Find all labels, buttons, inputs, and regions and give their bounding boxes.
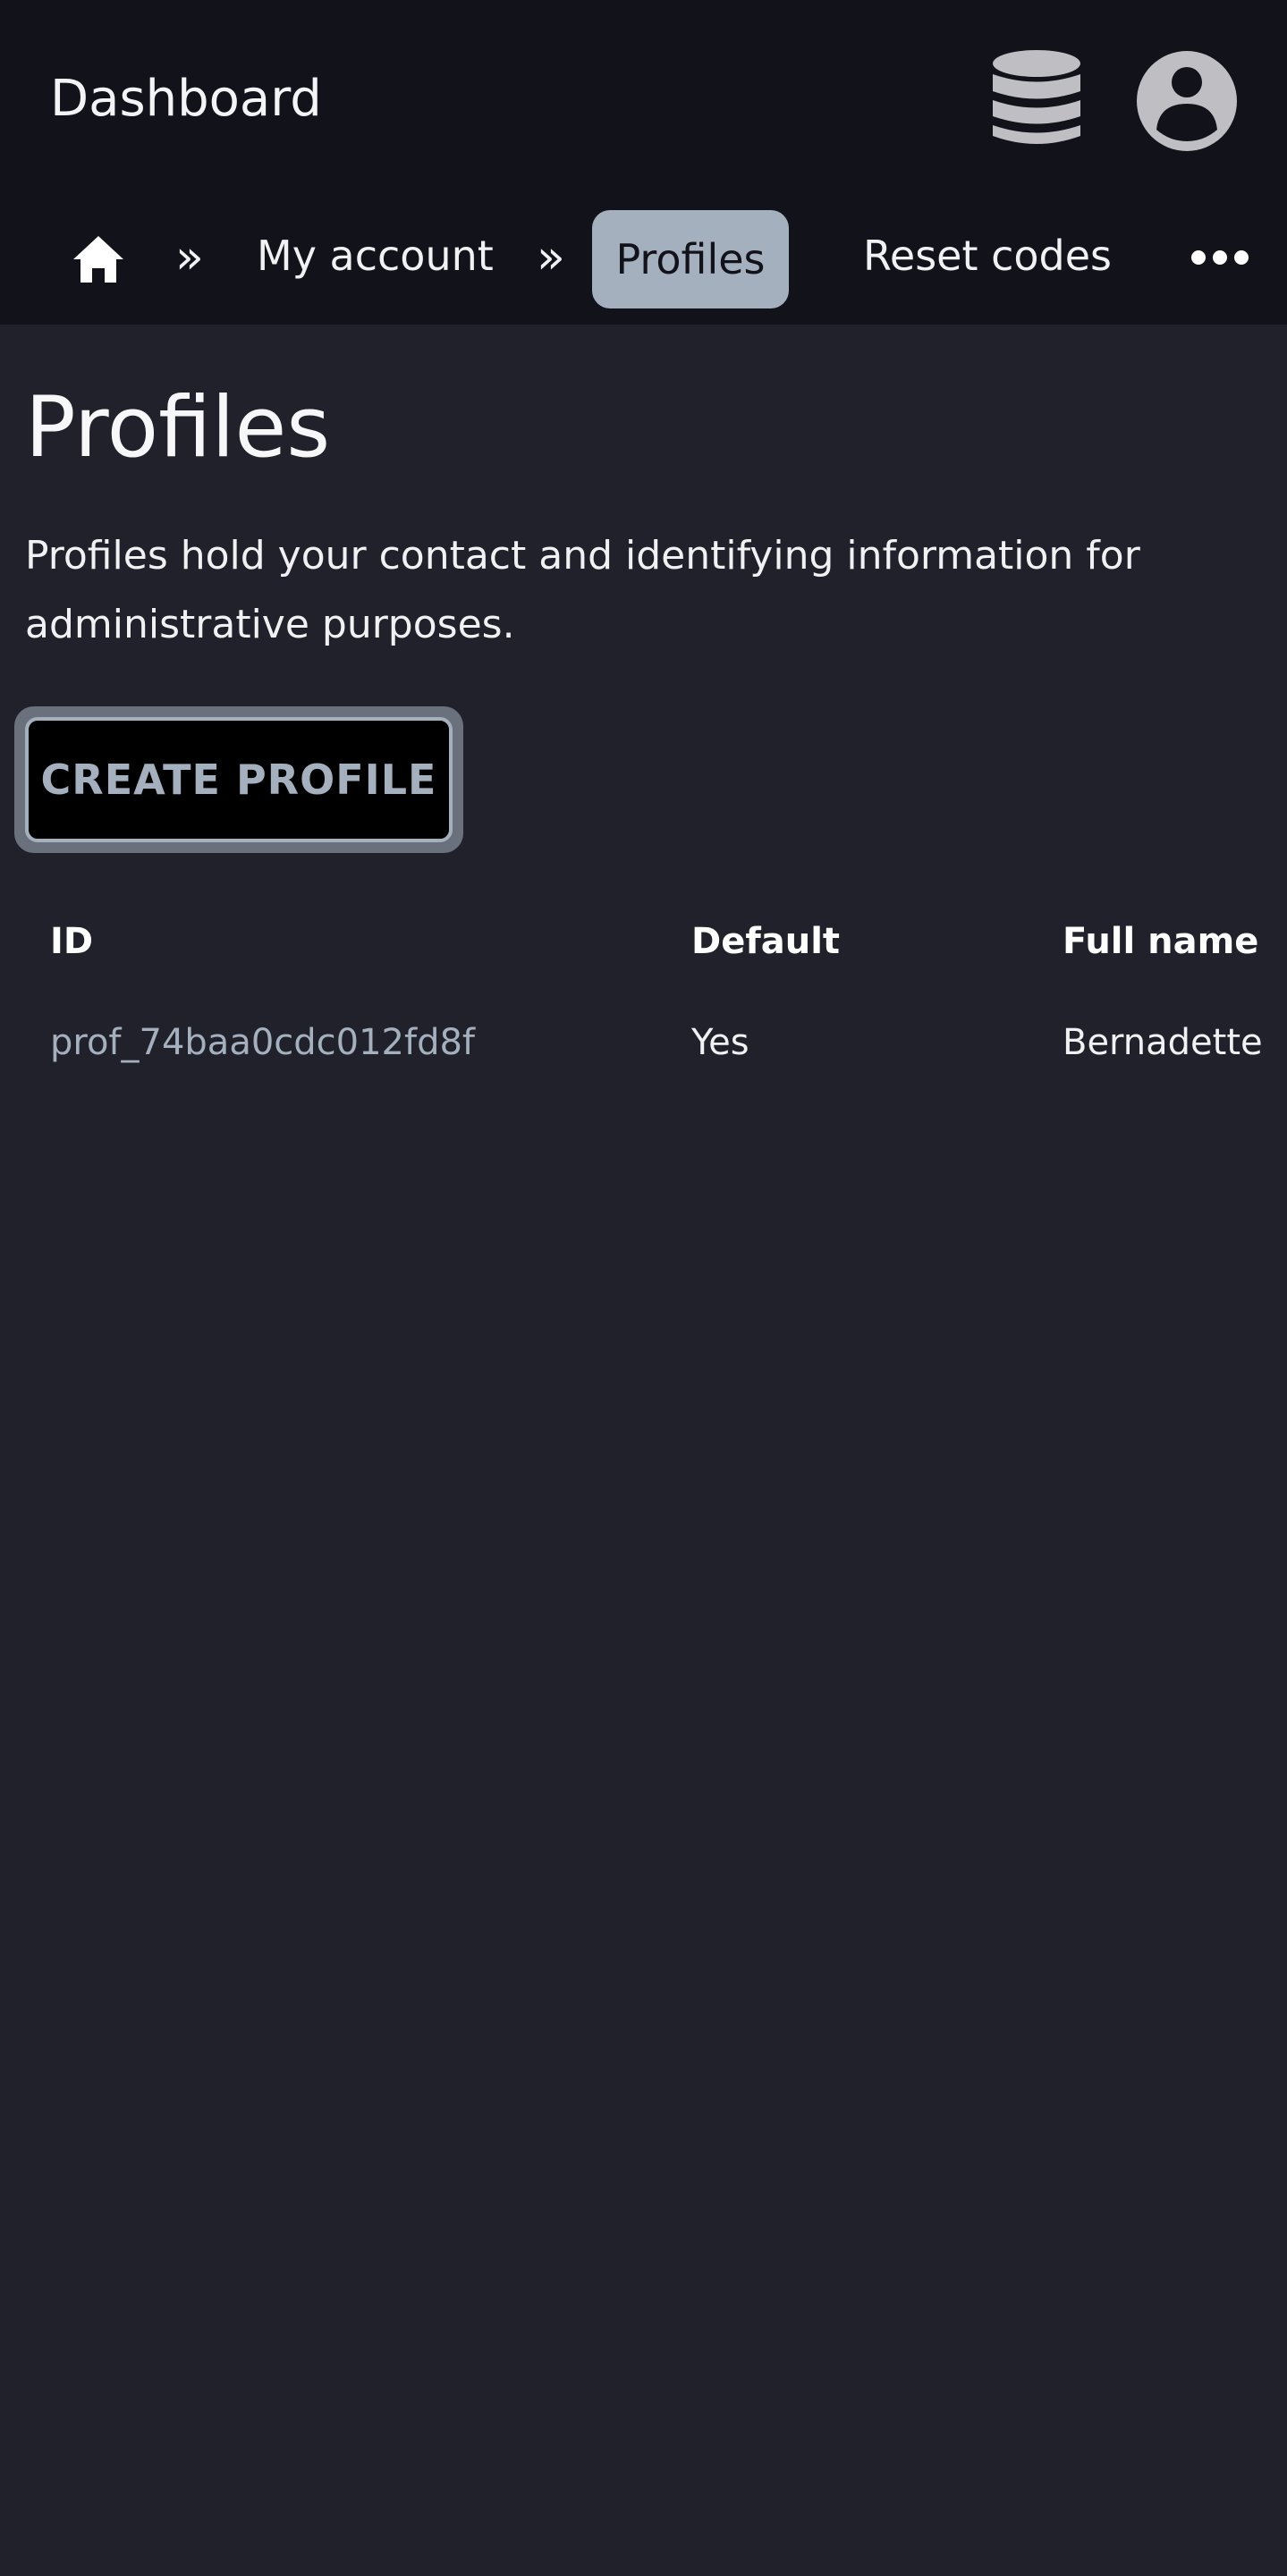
user-account-icon[interactable] xyxy=(1132,46,1241,156)
profile-full-name: Bernadette xyxy=(1063,1022,1263,1063)
column-header-full-name[interactable]: Full name xyxy=(1063,919,1258,964)
more-icon[interactable] xyxy=(1190,243,1250,272)
breadcrumb-profiles[interactable]: Profiles xyxy=(592,210,789,308)
breadcrumb-separator: » xyxy=(175,231,204,284)
tab-reset-codes[interactable]: Reset codes xyxy=(863,206,1112,306)
breadcrumb-separator: » xyxy=(537,231,565,284)
app-title[interactable]: Dashboard xyxy=(50,68,322,131)
column-header-default[interactable]: Default xyxy=(691,919,840,964)
profile-id-link[interactable]: prof_74baa0cdc012fd8f xyxy=(50,1020,475,1065)
page-description: Profiles hold your contact and identifyi… xyxy=(25,533,1140,647)
create-profile-button[interactable]: CREATE PROFILE xyxy=(25,717,453,842)
profile-default-value: Yes xyxy=(691,1022,749,1063)
database-icon[interactable] xyxy=(984,46,1089,156)
top-navigation-bar: Dashboard » My account » Profiles Reset … xyxy=(0,0,1287,325)
create-profile-focus-ring: CREATE PROFILE xyxy=(14,706,463,853)
page-title: Profiles xyxy=(25,379,331,477)
breadcrumb-my-account[interactable]: My account xyxy=(257,206,494,306)
home-icon[interactable] xyxy=(72,232,125,286)
column-header-id[interactable]: ID xyxy=(50,919,93,964)
breadcrumb: » My account » Profiles Reset codes xyxy=(0,206,1287,313)
